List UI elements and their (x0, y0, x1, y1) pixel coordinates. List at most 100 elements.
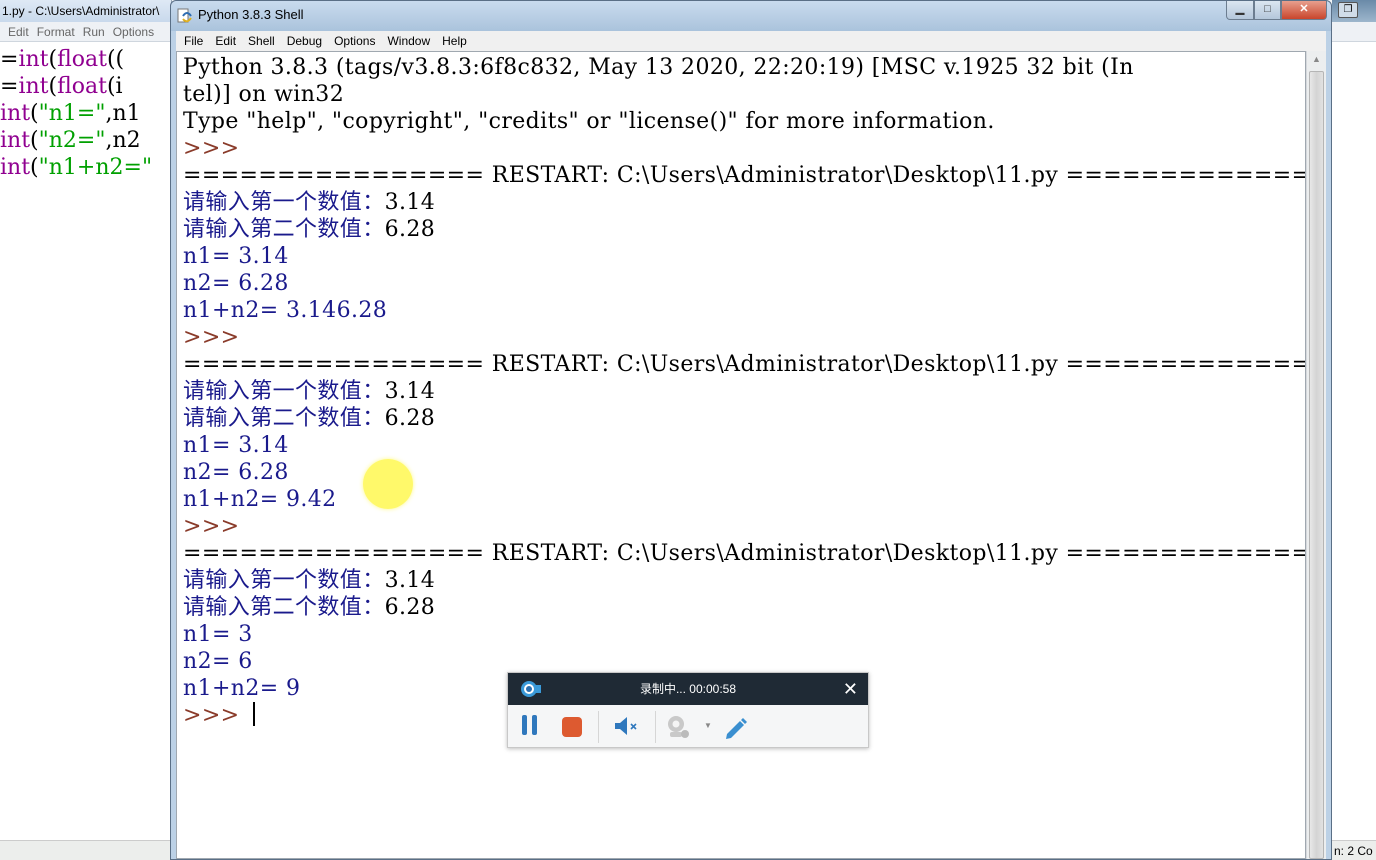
editor-menu-edit[interactable]: Edit (8, 25, 29, 39)
shell-title: Python 3.8.3 Shell (198, 7, 304, 22)
shell-output-line: 请输入第一个数值：3.14 (183, 378, 1305, 405)
shell-output-line: 请输入第二个数值：6.28 (183, 594, 1305, 621)
scrollbar-thumb[interactable] (1309, 71, 1324, 859)
code-token: ( (30, 155, 39, 180)
line-text: tel)] on win32 (183, 82, 345, 107)
line-text: n2= 6.28 (183, 271, 289, 296)
user-input-value: 6.28 (384, 217, 436, 242)
line-text: 请输入第一个数值： (183, 190, 385, 215)
cursor-highlight-circle (363, 459, 413, 509)
webcam-icon[interactable] (666, 715, 690, 739)
right-window-status: n: 2 Co (1332, 840, 1376, 860)
line-text: n1= 3.14 (183, 244, 289, 269)
editor-title: 1.py - C:\Users\Administrator\ (0, 0, 171, 22)
code-token: ,n2 (105, 128, 141, 153)
pause-icon[interactable] (522, 715, 538, 737)
shell-output-line: 请输入第二个数值：6.28 (183, 216, 1305, 243)
shell-output-line: n1= 3 (183, 621, 1305, 648)
idle-app-icon (177, 8, 192, 23)
menu-edit[interactable]: Edit (207, 31, 240, 51)
code-token: ( (48, 47, 58, 72)
menu-debug[interactable]: Debug (279, 31, 326, 51)
code-token: (( (106, 47, 125, 72)
line-text: >>> (183, 514, 247, 539)
code-token: int (0, 128, 31, 153)
line-text: >>> (183, 136, 247, 161)
line-text: ================ RESTART: C:\Users\Admin… (183, 163, 1306, 188)
stop-icon[interactable] (562, 717, 582, 737)
minimize-button[interactable]: ▁ (1226, 1, 1254, 20)
recorder-close-icon[interactable]: ✕ (843, 678, 858, 700)
menu-help[interactable]: Help (434, 31, 471, 51)
line-text: Python 3.8.3 (tags/v3.8.3:6f8c832, May 1… (183, 55, 1134, 80)
webcam-dropdown-icon[interactable]: ▼ (704, 721, 712, 730)
shell-info-line: ================ RESTART: C:\Users\Admin… (183, 162, 1305, 189)
line-text: n1= 3 (183, 622, 253, 647)
scroll-up-arrow-icon[interactable]: ▲ (1307, 51, 1326, 68)
text-cursor (252, 702, 255, 726)
shell-output-line: n1+n2= 9.42 (183, 486, 1305, 513)
shell-output-line: n1= 3.14 (183, 432, 1305, 459)
line-text: Type "help", "copyright", "credits" or "… (183, 109, 995, 134)
shell-output-line: 请输入第一个数值：3.14 (183, 189, 1305, 216)
shell-output-line: n1+n2= 3.146.28 (183, 297, 1305, 324)
shell-output-line: 请输入第一个数值：3.14 (183, 567, 1305, 594)
screen-recorder-toolbar[interactable]: 录制中... 00:00:58 ✕ ▼ (507, 672, 869, 748)
shell-prompt-line: >>> (183, 135, 1305, 162)
code-line: int("n2=",n2 (0, 127, 171, 154)
shell-output-line: n2= 6.28 (183, 270, 1305, 297)
shell-output-line: 请输入第二个数值：6.28 (183, 405, 1305, 432)
background-editor-window[interactable]: 1.py - C:\Users\Administrator\ Edit Forma… (0, 0, 172, 860)
line-text: ================ RESTART: C:\Users\Admin… (183, 541, 1306, 566)
code-token: (i (106, 74, 123, 99)
restore-icon[interactable]: ❐ (1338, 2, 1358, 18)
editor-menu-run[interactable]: Run (83, 25, 105, 39)
line-text: n2= 6 (183, 649, 253, 674)
user-input-value: 3.14 (384, 379, 436, 404)
shell-output-line: n2= 6.28 (183, 459, 1305, 486)
editor-menubar: Edit Format Run Options (0, 22, 171, 42)
code-token: int (0, 155, 31, 180)
menu-window[interactable]: Window (379, 31, 434, 51)
shell-prompt-line: >>> (183, 324, 1305, 351)
recorder-status-time: 录制中... 00:00:58 (639, 682, 737, 696)
maximize-button[interactable]: □ (1254, 1, 1281, 20)
close-button[interactable]: ✕ (1281, 1, 1327, 20)
vertical-scrollbar[interactable]: ▲ (1306, 51, 1326, 859)
line-text: 请输入第一个数值： (183, 568, 385, 593)
right-window-menubar (1332, 22, 1376, 42)
code-token: ( (30, 101, 39, 126)
code-token: = (0, 47, 19, 72)
divider (655, 711, 656, 743)
code-token: "n1=" (38, 101, 106, 126)
editor-code[interactable]: =int(float((=int(float(i int("n1=",n1 int(… (0, 42, 171, 181)
shell-titlebar[interactable]: Python 3.8.3 Shell ▁ □ ✕ (171, 1, 1331, 31)
user-input-value: 6.28 (384, 406, 436, 431)
line-text: 请输入第二个数值： (183, 595, 385, 620)
menu-shell[interactable]: Shell (240, 31, 279, 51)
shell-output-line: n1= 3.14 (183, 243, 1305, 270)
shell-output-line: n2= 6 (183, 648, 1305, 675)
shell-info-line: ================ RESTART: C:\Users\Admin… (183, 351, 1305, 378)
recorder-header[interactable]: 录制中... 00:00:58 ✕ (508, 673, 868, 705)
line-text: n1+n2= 9.42 (183, 487, 337, 512)
menu-file[interactable]: File (176, 31, 207, 51)
pen-annotate-icon[interactable] (723, 715, 749, 741)
code-token: int (18, 74, 49, 99)
code-token: ( (30, 128, 39, 153)
code-token: float (57, 74, 107, 99)
code-token: int (18, 47, 49, 72)
background-right-window[interactable]: ❐ n: 2 Co (1332, 0, 1376, 860)
line-text: n2= 6.28 (183, 460, 289, 485)
shell-prompt-line: >>> (183, 513, 1305, 540)
menu-options[interactable]: Options (326, 31, 379, 51)
shell-info-line: ================ RESTART: C:\Users\Admin… (183, 540, 1305, 567)
line-text: n1+n2= 3.146.28 (183, 298, 388, 323)
code-token: "n2=" (38, 128, 106, 153)
shell-info-line: Type "help", "copyright", "credits" or "… (183, 108, 1305, 135)
editor-statusbar (0, 840, 171, 860)
mute-speaker-icon[interactable] (613, 715, 639, 737)
editor-menu-options[interactable]: Options (113, 25, 154, 39)
code-line: =int(float(( (0, 46, 171, 73)
editor-menu-format[interactable]: Format (37, 25, 75, 39)
